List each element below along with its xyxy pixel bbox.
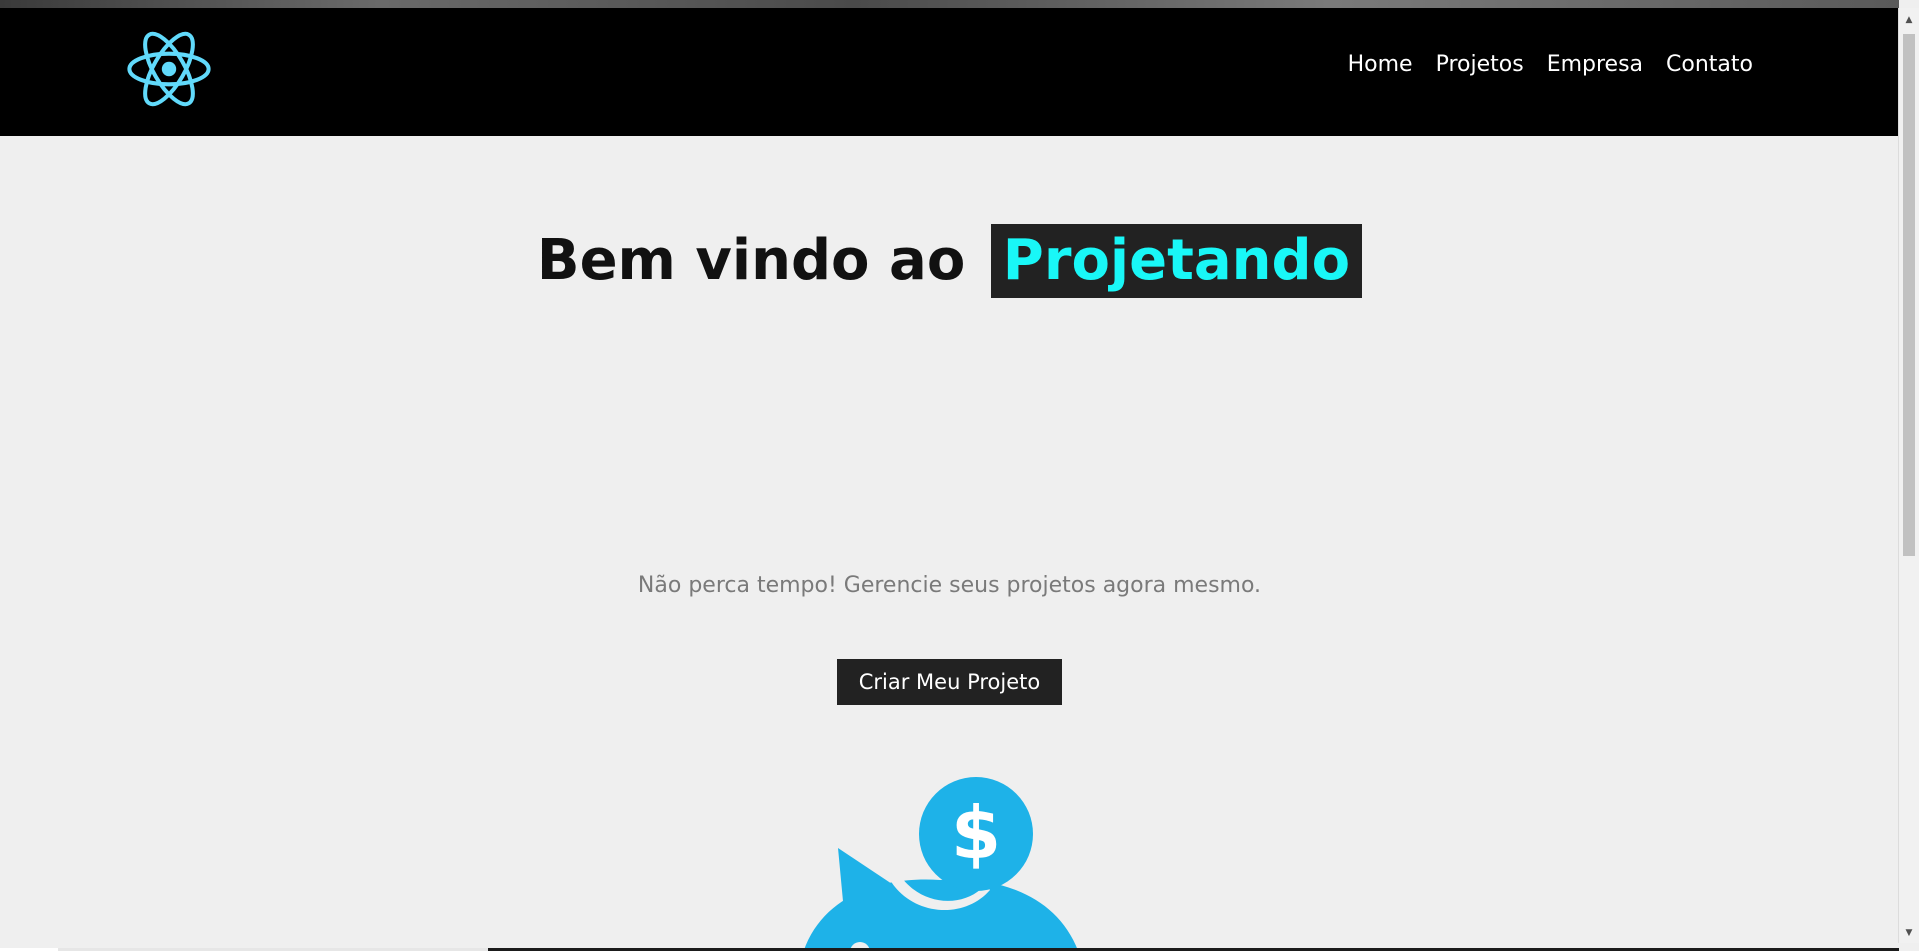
nav-link-contato[interactable]: Contato bbox=[1666, 52, 1753, 78]
nav-links: Home Projetos Empresa Contato bbox=[1348, 52, 1753, 78]
cta-container: Criar Meu Projeto bbox=[0, 659, 1899, 705]
main-content: Bem vindo ao Projetando Não perca tempo!… bbox=[0, 136, 1899, 951]
hero-title: Bem vindo ao Projetando bbox=[0, 224, 1899, 298]
hero-title-brand: Projetando bbox=[990, 224, 1363, 298]
nav-link-projetos[interactable]: Projetos bbox=[1436, 52, 1524, 78]
scroll-down-arrow-icon[interactable]: ▼ bbox=[1899, 925, 1919, 941]
hero-title-prefix: Bem vindo ao bbox=[536, 228, 966, 293]
window-top-strip bbox=[0, 0, 1899, 8]
navbar: Home Projetos Empresa Contato bbox=[0, 8, 1899, 136]
hero-subtitle: Não perca tempo! Gerencie seus projetos … bbox=[637, 573, 1262, 598]
scroll-up-arrow-icon[interactable]: ▲ bbox=[1899, 12, 1919, 28]
react-atom-icon[interactable] bbox=[124, 24, 214, 114]
nav-link-empresa[interactable]: Empresa bbox=[1547, 52, 1643, 78]
piggy-bank-dollar-icon: $ bbox=[803, 777, 1079, 951]
vertical-scrollbar[interactable]: ▲ ▼ bbox=[1898, 8, 1919, 943]
create-project-button[interactable]: Criar Meu Projeto bbox=[836, 659, 1063, 705]
nav-link-home[interactable]: Home bbox=[1348, 52, 1413, 78]
svg-text:$: $ bbox=[951, 791, 1001, 875]
scroll-thumb[interactable] bbox=[1903, 34, 1915, 556]
